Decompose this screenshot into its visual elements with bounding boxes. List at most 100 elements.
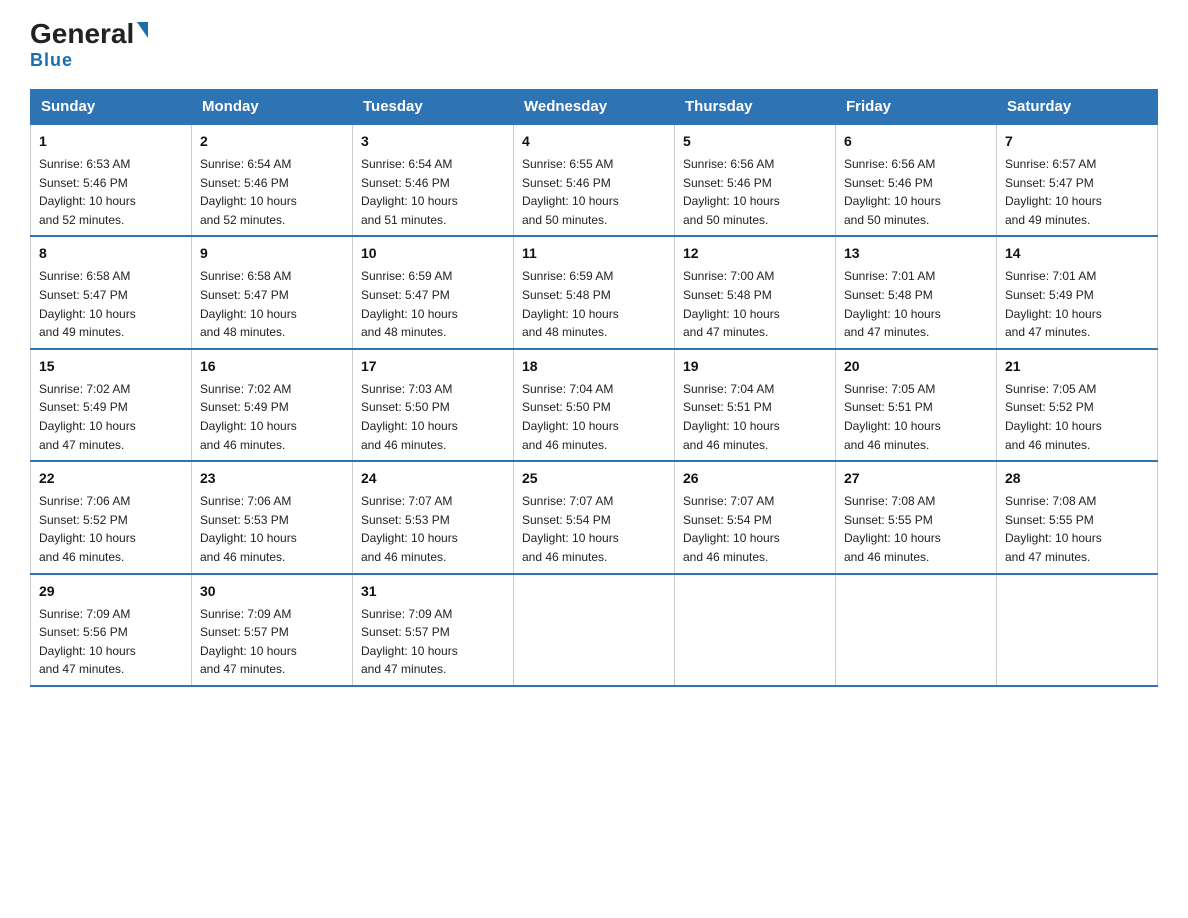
- day-number: 19: [683, 356, 827, 377]
- day-info: Sunrise: 7:00 AMSunset: 5:48 PMDaylight:…: [683, 267, 827, 341]
- day-number: 27: [844, 468, 988, 489]
- calendar-day-cell: 9Sunrise: 6:58 AMSunset: 5:47 PMDaylight…: [192, 236, 353, 348]
- day-number: 7: [1005, 131, 1149, 152]
- calendar-day-cell: 4 Sunrise: 6:55 AMSunset: 5:46 PMDaylight…: [514, 124, 675, 236]
- calendar-day-cell: 26 Sunrise: 7:07 AMSunset: 5:54 PMDayligh…: [675, 461, 836, 573]
- day-info: Sunrise: 6:54 AMSunset: 5:46 PMDaylight:…: [361, 155, 505, 229]
- day-number: 25: [522, 468, 666, 489]
- day-info: Sunrise: 7:07 AMSunset: 5:53 PMDaylight:…: [361, 492, 505, 566]
- day-info: Sunrise: 7:01 AMSunset: 5:48 PMDaylight:…: [844, 267, 988, 341]
- day-info: Sunrise: 6:55 AMSunset: 5:46 PMDaylight:…: [522, 155, 666, 229]
- day-number: 12: [683, 243, 827, 264]
- day-number: 20: [844, 356, 988, 377]
- day-info: Sunrise: 7:02 AMSunset: 5:49 PMDaylight:…: [200, 380, 344, 454]
- calendar-header-row: SundayMondayTuesdayWednesdayThursdayFrid…: [31, 90, 1158, 125]
- calendar-day-cell: 1 Sunrise: 6:53 AMSunset: 5:46 PMDaylight…: [31, 124, 192, 236]
- day-info: Sunrise: 6:54 AMSunset: 5:46 PMDaylight:…: [200, 155, 344, 229]
- calendar-day-cell: 8 Sunrise: 6:58 AMSunset: 5:47 PMDaylight…: [31, 236, 192, 348]
- calendar-day-cell: 6 Sunrise: 6:56 AMSunset: 5:46 PMDaylight…: [836, 124, 997, 236]
- calendar-day-cell: 14 Sunrise: 7:01 AMSunset: 5:49 PMDayligh…: [997, 236, 1158, 348]
- page-header: General Blue: [30, 20, 1158, 71]
- day-number: 2: [200, 131, 344, 152]
- day-number: 15: [39, 356, 183, 377]
- calendar-empty-cell: [514, 574, 675, 686]
- calendar-day-cell: 21 Sunrise: 7:05 AMSunset: 5:52 PMDayligh…: [997, 349, 1158, 461]
- day-number: 14: [1005, 243, 1149, 264]
- calendar-day-cell: 12 Sunrise: 7:00 AMSunset: 5:48 PMDayligh…: [675, 236, 836, 348]
- day-number: 10: [361, 243, 505, 264]
- day-info: Sunrise: 7:09 AMSunset: 5:56 PMDaylight:…: [39, 605, 183, 679]
- calendar-day-cell: 23Sunrise: 7:06 AMSunset: 5:53 PMDayligh…: [192, 461, 353, 573]
- column-header-friday: Friday: [836, 90, 997, 125]
- day-number: 22: [39, 468, 183, 489]
- calendar-day-cell: 17 Sunrise: 7:03 AMSunset: 5:50 PMDayligh…: [353, 349, 514, 461]
- calendar-day-cell: 28 Sunrise: 7:08 AMSunset: 5:55 PMDayligh…: [997, 461, 1158, 573]
- calendar-day-cell: 16 Sunrise: 7:02 AMSunset: 5:49 PMDayligh…: [192, 349, 353, 461]
- calendar-week-row: 1 Sunrise: 6:53 AMSunset: 5:46 PMDaylight…: [31, 124, 1158, 236]
- day-number: 17: [361, 356, 505, 377]
- day-number: 23: [200, 468, 344, 489]
- day-info: Sunrise: 6:59 AMSunset: 5:48 PMDaylight:…: [522, 267, 666, 341]
- day-number: 13: [844, 243, 988, 264]
- column-header-sunday: Sunday: [31, 90, 192, 125]
- calendar-day-cell: 19Sunrise: 7:04 AMSunset: 5:51 PMDayligh…: [675, 349, 836, 461]
- day-info: Sunrise: 6:58 AMSunset: 5:47 PMDaylight:…: [39, 267, 183, 341]
- day-info: Sunrise: 6:56 AMSunset: 5:46 PMDaylight:…: [683, 155, 827, 229]
- day-info: Sunrise: 7:05 AMSunset: 5:51 PMDaylight:…: [844, 380, 988, 454]
- day-info: Sunrise: 6:58 AMSunset: 5:47 PMDaylight:…: [200, 267, 344, 341]
- column-header-tuesday: Tuesday: [353, 90, 514, 125]
- day-info: Sunrise: 7:01 AMSunset: 5:49 PMDaylight:…: [1005, 267, 1149, 341]
- day-number: 6: [844, 131, 988, 152]
- calendar-day-cell: 29 Sunrise: 7:09 AMSunset: 5:56 PMDayligh…: [31, 574, 192, 686]
- logo: General Blue: [30, 20, 148, 71]
- calendar-day-cell: 15 Sunrise: 7:02 AMSunset: 5:49 PMDayligh…: [31, 349, 192, 461]
- day-info: Sunrise: 7:08 AMSunset: 5:55 PMDaylight:…: [844, 492, 988, 566]
- calendar-day-cell: 27 Sunrise: 7:08 AMSunset: 5:55 PMDayligh…: [836, 461, 997, 573]
- day-info: Sunrise: 7:05 AMSunset: 5:52 PMDaylight:…: [1005, 380, 1149, 454]
- calendar-day-cell: 2 Sunrise: 6:54 AMSunset: 5:46 PMDaylight…: [192, 124, 353, 236]
- day-number: 4: [522, 131, 666, 152]
- logo-blue: Blue: [30, 50, 73, 71]
- day-info: Sunrise: 7:09 AMSunset: 5:57 PMDaylight:…: [200, 605, 344, 679]
- day-number: 30: [200, 581, 344, 602]
- calendar-empty-cell: [675, 574, 836, 686]
- day-number: 11: [522, 243, 666, 264]
- calendar-week-row: 22Sunrise: 7:06 AMSunset: 5:52 PMDayligh…: [31, 461, 1158, 573]
- day-number: 26: [683, 468, 827, 489]
- calendar-week-row: 15 Sunrise: 7:02 AMSunset: 5:49 PMDayligh…: [31, 349, 1158, 461]
- day-info: Sunrise: 7:04 AMSunset: 5:50 PMDaylight:…: [522, 380, 666, 454]
- calendar-day-cell: 22Sunrise: 7:06 AMSunset: 5:52 PMDayligh…: [31, 461, 192, 573]
- day-info: Sunrise: 7:07 AMSunset: 5:54 PMDaylight:…: [683, 492, 827, 566]
- day-info: Sunrise: 6:57 AMSunset: 5:47 PMDaylight:…: [1005, 155, 1149, 229]
- calendar-day-cell: 5 Sunrise: 6:56 AMSunset: 5:46 PMDaylight…: [675, 124, 836, 236]
- calendar-week-row: 8 Sunrise: 6:58 AMSunset: 5:47 PMDaylight…: [31, 236, 1158, 348]
- day-info: Sunrise: 7:08 AMSunset: 5:55 PMDaylight:…: [1005, 492, 1149, 566]
- day-number: 3: [361, 131, 505, 152]
- column-header-thursday: Thursday: [675, 90, 836, 125]
- day-info: Sunrise: 6:59 AMSunset: 5:47 PMDaylight:…: [361, 267, 505, 341]
- calendar-table: SundayMondayTuesdayWednesdayThursdayFrid…: [30, 89, 1158, 687]
- day-number: 24: [361, 468, 505, 489]
- column-header-wednesday: Wednesday: [514, 90, 675, 125]
- calendar-day-cell: 11 Sunrise: 6:59 AMSunset: 5:48 PMDayligh…: [514, 236, 675, 348]
- day-number: 8: [39, 243, 183, 264]
- day-number: 21: [1005, 356, 1149, 377]
- day-number: 1: [39, 131, 183, 152]
- day-number: 5: [683, 131, 827, 152]
- calendar-day-cell: 7 Sunrise: 6:57 AMSunset: 5:47 PMDaylight…: [997, 124, 1158, 236]
- day-info: Sunrise: 7:03 AMSunset: 5:50 PMDaylight:…: [361, 380, 505, 454]
- calendar-day-cell: 31 Sunrise: 7:09 AMSunset: 5:57 PMDayligh…: [353, 574, 514, 686]
- day-info: Sunrise: 6:53 AMSunset: 5:46 PMDaylight:…: [39, 155, 183, 229]
- calendar-day-cell: 24 Sunrise: 7:07 AMSunset: 5:53 PMDayligh…: [353, 461, 514, 573]
- day-number: 16: [200, 356, 344, 377]
- calendar-day-cell: 18Sunrise: 7:04 AMSunset: 5:50 PMDayligh…: [514, 349, 675, 461]
- day-info: Sunrise: 7:07 AMSunset: 5:54 PMDaylight:…: [522, 492, 666, 566]
- day-info: Sunrise: 6:56 AMSunset: 5:46 PMDaylight:…: [844, 155, 988, 229]
- day-number: 29: [39, 581, 183, 602]
- day-info: Sunrise: 7:09 AMSunset: 5:57 PMDaylight:…: [361, 605, 505, 679]
- calendar-day-cell: 25 Sunrise: 7:07 AMSunset: 5:54 PMDayligh…: [514, 461, 675, 573]
- calendar-day-cell: 13 Sunrise: 7:01 AMSunset: 5:48 PMDayligh…: [836, 236, 997, 348]
- day-number: 28: [1005, 468, 1149, 489]
- day-info: Sunrise: 7:02 AMSunset: 5:49 PMDaylight:…: [39, 380, 183, 454]
- day-number: 31: [361, 581, 505, 602]
